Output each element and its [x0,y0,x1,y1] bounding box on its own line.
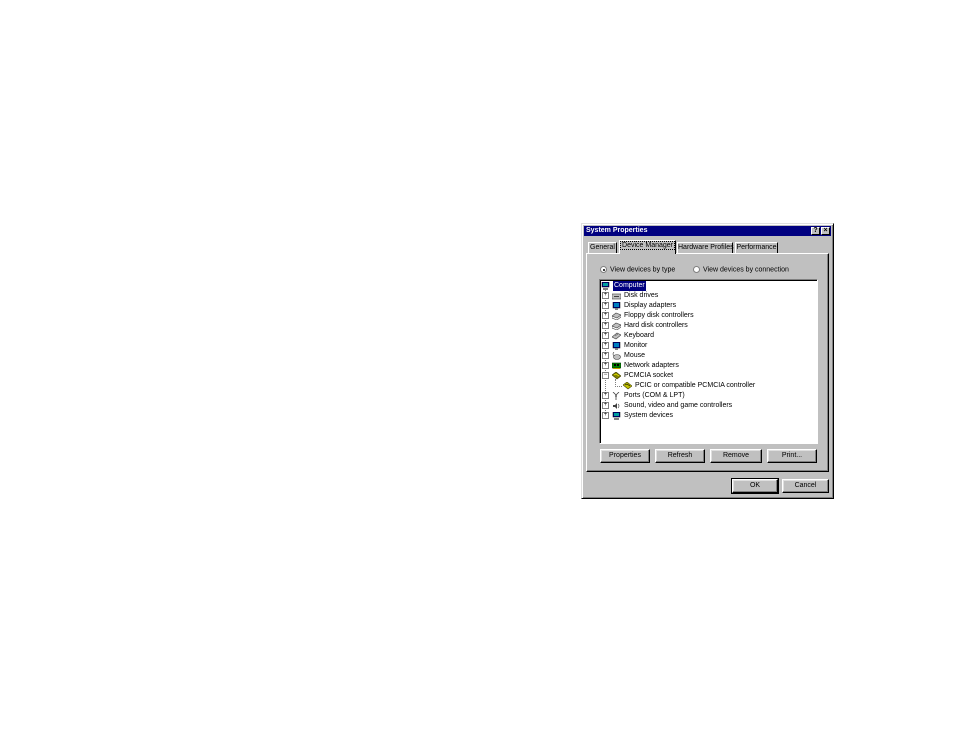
network-adapter-icon [612,362,621,369]
system-properties-dialog: System Properties ? × General Device Man… [581,223,834,499]
view-by-connection-option[interactable]: View devices by connection [693,266,789,273]
tree-node-label: Floppy disk controllers [624,312,694,319]
tree-node-label: PCMCIA socket [624,372,674,379]
print-button[interactable]: Print... [767,449,817,463]
tab-general[interactable]: General [588,242,617,253]
tab-general-label: General [590,244,615,251]
expand-icon[interactable]: + [602,322,609,329]
tree-node-label: Sound, video and game controllers [624,402,733,409]
view-by-type-label: View devices by type [610,266,676,274]
tree-node-label: PCIC or compatible PCMCIA controller [635,382,756,389]
tree-node-label: Ports (COM & LPT) [624,392,685,399]
pcmcia-socket-icon [612,372,621,380]
expand-icon[interactable]: + [602,292,609,299]
expand-icon[interactable]: + [602,302,609,309]
tree-node-label: Display adapters [624,302,677,309]
keyboard-icon [612,332,621,340]
computer-icon [601,282,610,290]
expand-icon[interactable]: + [602,312,609,319]
tab-performance[interactable]: Performance [735,242,778,253]
floppy-controller-icon [612,312,621,320]
remove-button[interactable]: Remove [710,449,762,463]
expand-icon[interactable]: + [602,332,609,339]
mouse-icon [612,352,621,360]
view-by-connection-label: View devices by connection [703,266,789,274]
tree-node-label: System devices [624,412,674,419]
help-button[interactable]: ? [811,227,820,235]
tree-node-label: Mouse [624,352,646,359]
tab-device-manager[interactable]: Device Manager [619,240,676,254]
system-devices-icon [612,412,621,420]
close-button[interactable]: × [821,227,830,235]
tab-hardware-profiles[interactable]: Hardware Profiles [677,242,734,253]
tree-node-label: Keyboard [624,332,654,339]
tree-node-label: Disk drives [624,292,659,299]
ports-icon [612,392,620,400]
monitor-icon [612,342,621,350]
expand-icon[interactable]: + [602,392,609,399]
refresh-button[interactable]: Refresh [655,449,705,463]
tab-hardware-profiles-label: Hardware Profiles [678,244,734,251]
pcmcia-controller-icon [623,382,632,390]
tab-strip: General Device Manager Hardware Profiles… [586,240,829,254]
view-by-type-option[interactable]: View devices by type [600,266,675,273]
expand-icon[interactable]: + [602,342,609,349]
tree-node-label: Network adapters [624,362,679,369]
expand-icon[interactable]: + [602,402,609,409]
title-bar[interactable]: System Properties ? × [584,226,831,236]
collapse-icon[interactable]: − [602,372,609,379]
view-by-connection-radio[interactable] [693,266,700,273]
tree-line [615,386,622,387]
tab-device-manager-label: Device Manager [620,241,675,250]
display-adapter-icon [612,302,621,310]
ok-button[interactable]: OK [731,478,779,494]
expand-icon[interactable]: + [602,352,609,359]
sound-icon [613,403,620,409]
hard-disk-controller-icon [612,322,621,330]
device-tree[interactable]: Computer + Disk drives + Display adapter… [599,279,818,444]
expand-icon[interactable]: + [602,412,609,419]
cancel-button[interactable]: Cancel [782,479,829,493]
tree-node-label: Computer [613,281,646,291]
disk-drive-icon [612,293,621,300]
properties-button[interactable]: Properties [600,449,650,463]
tree-node-label: Monitor [624,342,648,349]
tree-node-label: Hard disk controllers [624,322,688,329]
view-by-type-radio[interactable] [600,266,607,273]
expand-icon[interactable]: + [602,362,609,369]
device-manager-panel: View devices by type View devices by con… [586,253,829,472]
tab-performance-label: Performance [736,244,777,251]
window-title: System Properties [586,227,648,234]
